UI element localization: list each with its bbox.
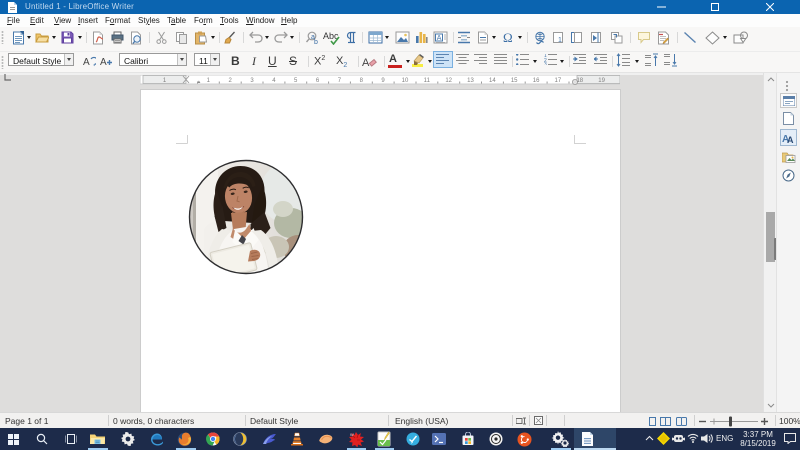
- svg-text:3: 3: [544, 62, 547, 65]
- svg-text:A: A: [362, 57, 370, 68]
- svg-text:16: 16: [533, 78, 540, 84]
- svg-text:14: 14: [489, 78, 496, 84]
- svg-text:19: 19: [598, 78, 605, 84]
- svg-text:15: 15: [511, 78, 518, 84]
- svg-text:A: A: [787, 135, 794, 144]
- svg-text:W: W: [350, 432, 354, 437]
- svg-text:A: A: [83, 57, 90, 68]
- svg-text:12: 12: [445, 78, 452, 84]
- svg-text:11: 11: [424, 78, 431, 84]
- svg-text:17: 17: [555, 78, 562, 84]
- svg-text:13: 13: [467, 78, 474, 84]
- svg-text:10: 10: [402, 78, 409, 84]
- svg-text:A: A: [100, 57, 107, 68]
- svg-text:18: 18: [576, 78, 583, 84]
